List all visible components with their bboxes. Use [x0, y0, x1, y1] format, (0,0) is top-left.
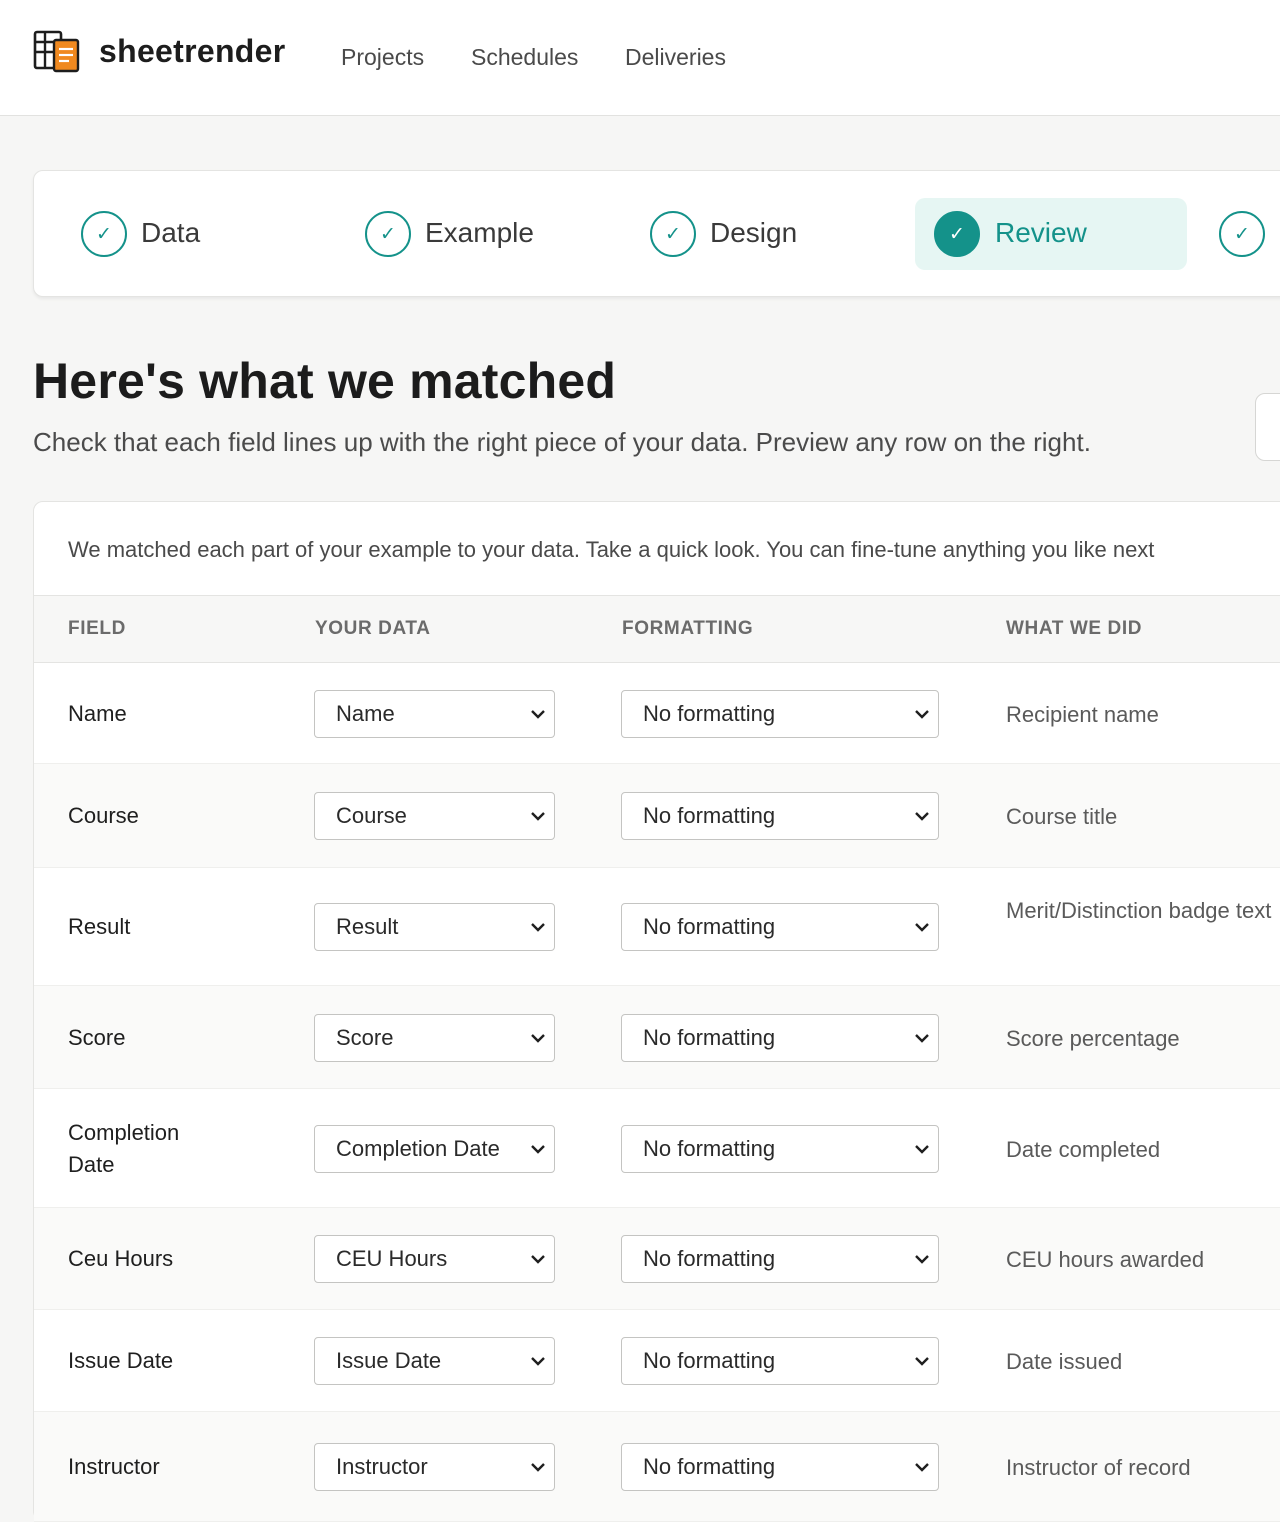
column-header-what-we-did: WHAT WE DID: [1006, 618, 1143, 639]
field-name: Issue Date: [68, 1348, 174, 1373]
table-row: Result Result No formatting Merit/Distincti…: [34, 868, 1280, 986]
chevron-down-icon: [531, 1033, 545, 1043]
check-icon: ✓: [81, 211, 127, 257]
card-intro-text: We matched each part of your example to …: [68, 537, 1155, 562]
your-data-value: Issue Date: [336, 1348, 442, 1373]
your-data-select[interactable]: Score: [314, 1013, 555, 1062]
field-name: Course: [68, 803, 139, 828]
your-data-select[interactable]: Name: [314, 689, 555, 738]
formatting-value: No formatting: [643, 1246, 776, 1271]
chevron-down-icon: [915, 1144, 929, 1154]
table-row: Course Course No formatting Course title: [34, 764, 1280, 868]
formatting-value: No formatting: [643, 1454, 776, 1479]
your-data-value: Score: [336, 1024, 394, 1050]
formatting-select[interactable]: No formatting: [621, 1124, 939, 1173]
top-navigation-bar: sheetrender Projects Schedules Deliverie…: [0, 0, 1280, 116]
spreadsheet-document-icon[interactable]: [33, 30, 81, 74]
your-data-value: CEU Hours: [336, 1246, 448, 1271]
formatting-select[interactable]: No formatting: [621, 903, 939, 951]
your-data-value: Instructor: [336, 1454, 428, 1479]
step-label: Review: [995, 217, 1087, 248]
formatting-value: No formatting: [643, 1024, 776, 1050]
check-icon: ✓: [650, 211, 696, 257]
check-icon: ✓: [365, 211, 411, 257]
formatting-value: No formatting: [643, 1135, 776, 1161]
formatting-value: No formatting: [643, 803, 776, 828]
what-we-did-text: Date completed: [1006, 1136, 1161, 1162]
table-row: Score Score No formatting Score percentage: [34, 986, 1280, 1089]
formatting-value: No formatting: [643, 914, 776, 939]
what-we-did-text: Instructor of record: [1006, 1455, 1191, 1480]
table-row: Name Name No formatting Recipient name: [34, 663, 1280, 764]
formatting-select[interactable]: No formatting: [621, 1443, 939, 1491]
table-row: Instructor Instructor No formatting Instruc…: [34, 1412, 1280, 1522]
formatting-value: No formatting: [643, 1348, 776, 1373]
chevron-down-icon: [915, 1033, 929, 1043]
nav-projects[interactable]: Projects: [341, 44, 424, 71]
formatting-select[interactable]: No formatting: [621, 792, 939, 840]
nav-deliveries[interactable]: Deliveries: [625, 44, 726, 71]
your-data-select[interactable]: Result: [314, 903, 555, 951]
chevron-down-icon: [915, 812, 929, 821]
your-data-select[interactable]: Completion Date: [314, 1124, 555, 1173]
step-label: Design: [710, 217, 798, 248]
chevron-down-icon: [531, 923, 545, 932]
what-we-did-text: Recipient name: [1006, 701, 1159, 727]
table-header: FIELD YOUR DATA FORMATTING WHAT WE DID: [34, 595, 1280, 663]
your-data-value: Name: [336, 700, 395, 726]
formatting-select[interactable]: No formatting: [621, 1235, 939, 1283]
field-name: Score: [68, 1024, 126, 1050]
progress-stepper: ✓ Data ✓ Example ✓ Design ✓ Review ✓: [33, 170, 1280, 297]
your-data-select[interactable]: Instructor: [314, 1443, 555, 1491]
check-icon: ✓: [934, 211, 980, 257]
preview-panel-button[interactable]: [1255, 393, 1280, 461]
formatting-value: No formatting: [643, 700, 776, 726]
chevron-down-icon: [915, 1463, 929, 1472]
column-header-field: FIELD: [68, 618, 126, 639]
chevron-down-icon: [531, 709, 545, 719]
what-we-did-text: CEU hours awarded: [1006, 1247, 1205, 1272]
what-we-did-text: Course title: [1006, 804, 1118, 829]
what-we-did-text: Merit/Distinction badge text: [1006, 898, 1272, 923]
page-subtitle: Check that each field lines up with the …: [33, 427, 1091, 457]
step-label: Data: [141, 217, 201, 248]
chevron-down-icon: [915, 923, 929, 932]
your-data-value: Course: [336, 803, 407, 828]
what-we-did-text: Date issued: [1006, 1349, 1123, 1374]
chevron-down-icon: [915, 1255, 929, 1264]
nav-schedules[interactable]: Schedules: [471, 44, 578, 71]
field-mapping-card: We matched each part of your example to …: [33, 501, 1280, 1522]
your-data-select[interactable]: Course: [314, 792, 555, 840]
column-header-your-data: YOUR DATA: [315, 618, 431, 639]
chevron-down-icon: [531, 1144, 545, 1154]
what-we-did-text: Score percentage: [1006, 1025, 1180, 1051]
chevron-down-icon: [531, 1255, 545, 1264]
chevron-down-icon: [531, 1357, 545, 1366]
page-title: Here's what we matched: [33, 353, 617, 409]
formatting-select[interactable]: No formatting: [621, 1013, 939, 1062]
step-label: Example: [425, 217, 534, 248]
chevron-down-icon: [531, 812, 545, 821]
chevron-down-icon: [915, 709, 929, 719]
table-row: Ceu Hours CEU Hours No formatting CEU hours…: [34, 1208, 1280, 1310]
field-name: Instructor: [68, 1454, 160, 1479]
formatting-select[interactable]: No formatting: [621, 689, 939, 738]
table-row: Issue Date Issue Date No formatting Date is…: [34, 1310, 1280, 1412]
your-data-value: Result: [336, 914, 399, 939]
chevron-down-icon: [915, 1357, 929, 1366]
your-data-select[interactable]: Issue Date: [314, 1337, 555, 1385]
your-data-value: Completion Date: [336, 1135, 500, 1161]
table-row: Completion Date Completion Date No formatt…: [34, 1089, 1280, 1208]
formatting-select[interactable]: No formatting: [621, 1337, 939, 1385]
field-name: Name: [68, 700, 127, 726]
field-name: Completion Date: [68, 1119, 180, 1177]
field-name: Ceu Hours: [68, 1246, 174, 1271]
brand-name[interactable]: sheetrender: [99, 33, 286, 70]
column-header-formatting: FORMATTING: [622, 618, 754, 639]
field-name: Result: [68, 914, 131, 939]
your-data-select[interactable]: CEU Hours: [314, 1235, 555, 1283]
check-icon: ✓: [1219, 211, 1265, 257]
chevron-down-icon: [531, 1463, 545, 1472]
